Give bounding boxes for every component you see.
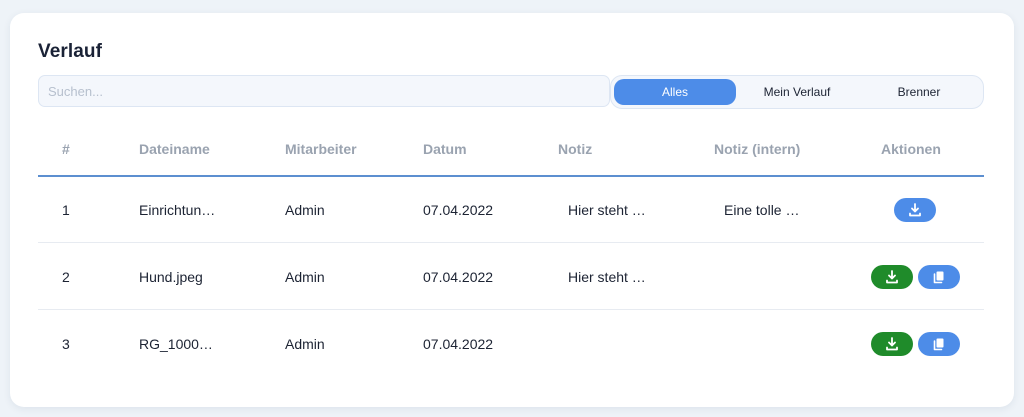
column-header-internal-note[interactable]: Notiz (intern) — [714, 141, 800, 157]
copy-button[interactable] — [918, 332, 960, 356]
row-employee: Admin — [285, 201, 325, 218]
column-header-filename[interactable]: Dateiname — [139, 141, 210, 157]
row-date: 07.04.2022 — [423, 268, 494, 285]
table-row: 2 Hund.jpeg Admin 07.04.2022 Hier steht … — [38, 244, 984, 310]
column-header-note[interactable]: Notiz — [558, 141, 592, 157]
row-filename: Hund.jpeg — [139, 268, 203, 285]
column-header-actions: Aktionen — [881, 141, 941, 157]
row-actions — [871, 264, 960, 289]
row-filename: Einrichtun… — [139, 201, 216, 218]
row-number: 3 — [62, 336, 70, 352]
row-filename: RG_1000… — [139, 336, 213, 352]
row-date: 07.04.2022 — [423, 201, 494, 218]
download-button[interactable] — [871, 264, 913, 289]
filter-segmented-control: Alles Mein Verlauf Brenner — [610, 75, 984, 109]
copy-icon — [933, 271, 944, 283]
history-card: Verlauf Alles Mein Verlauf Brenner # Dat… — [10, 13, 1014, 407]
filter-tab-mein-verlauf[interactable]: Mein Verlauf — [736, 79, 858, 105]
row-date: 07.04.2022 — [423, 336, 494, 352]
row-actions — [871, 332, 960, 356]
row-employee: Admin — [285, 336, 325, 352]
copy-icon — [933, 338, 944, 351]
table-row: 1 Einrichtun… Admin 07.04.2022 Hier steh… — [38, 177, 984, 243]
download-icon — [909, 202, 921, 216]
filter-tab-alles[interactable]: Alles — [614, 79, 736, 105]
row-actions — [894, 197, 936, 222]
row-internal-note: Eine tolle … — [724, 201, 800, 218]
download-button[interactable] — [871, 332, 913, 356]
download-icon — [886, 337, 898, 351]
column-header-employee[interactable]: Mitarbeiter — [285, 141, 357, 157]
row-number: 1 — [62, 201, 70, 218]
download-icon — [886, 269, 898, 283]
row-number: 2 — [62, 268, 70, 285]
filter-tab-brenner[interactable]: Brenner — [858, 79, 980, 105]
table-row: 3 RG_1000… Admin 07.04.2022 — [38, 311, 984, 377]
search-input[interactable] — [38, 75, 610, 107]
column-header-number: # — [62, 141, 70, 157]
row-employee: Admin — [285, 268, 325, 285]
download-button[interactable] — [894, 197, 936, 222]
column-header-date[interactable]: Datum — [423, 141, 467, 157]
row-note: Hier steht … — [568, 268, 646, 285]
page-title: Verlauf — [38, 41, 103, 62]
row-note: Hier steht … — [568, 201, 646, 218]
table-header: # Dateiname Mitarbeiter Datum Notiz Noti… — [38, 137, 984, 177]
copy-button[interactable] — [918, 264, 960, 289]
